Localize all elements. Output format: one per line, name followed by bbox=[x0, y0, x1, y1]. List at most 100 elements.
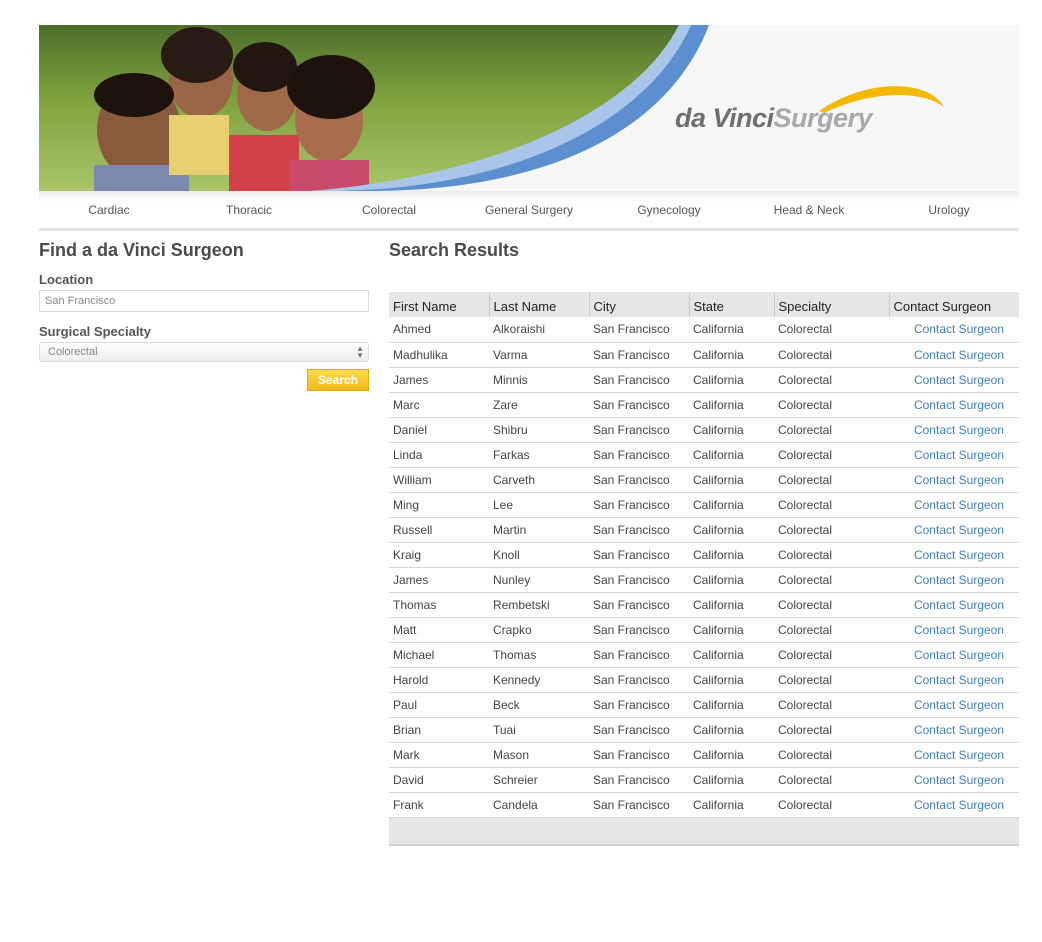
cell-city: San Francisco bbox=[589, 342, 689, 368]
cell-state: California bbox=[689, 542, 774, 568]
cell-state: California bbox=[689, 342, 774, 368]
cell-contact: Contact Surgeon bbox=[889, 667, 1019, 693]
cell-city: San Francisco bbox=[589, 667, 689, 693]
contact-surgeon-link[interactable]: Contact Surgeon bbox=[914, 723, 1004, 737]
cell-first-name: James bbox=[389, 367, 489, 393]
contact-surgeon-link[interactable]: Contact Surgeon bbox=[914, 598, 1004, 612]
cell-first-name: Russell bbox=[389, 517, 489, 543]
nav-colorectal[interactable]: Colorectal bbox=[319, 191, 459, 228]
nav-thoracic[interactable]: Thoracic bbox=[179, 191, 319, 228]
table-row: Michael Thomas San Francisco California Colo… bbox=[389, 642, 1019, 668]
table-header-row: First Name Last Name City State Specialt… bbox=[389, 292, 1019, 317]
table-row: Brian Tuai San Francisco California Colorect… bbox=[389, 717, 1019, 743]
nav-head-neck[interactable]: Head & Neck bbox=[739, 191, 879, 228]
cell-contact: Contact Surgeon bbox=[889, 442, 1019, 468]
cell-city: San Francisco bbox=[589, 442, 689, 468]
cell-city: San Francisco bbox=[589, 317, 689, 343]
contact-surgeon-link[interactable]: Contact Surgeon bbox=[914, 673, 1004, 687]
contact-surgeon-link[interactable]: Contact Surgeon bbox=[914, 448, 1004, 462]
cell-specialty: Colorectal bbox=[774, 517, 889, 543]
table-row: James Nunley San Francisco California Colore… bbox=[389, 567, 1019, 593]
contact-surgeon-link[interactable]: Contact Surgeon bbox=[914, 473, 1004, 487]
header-contact-surgeon: Contact Surgeon bbox=[888, 292, 1019, 317]
contact-surgeon-link[interactable]: Contact Surgeon bbox=[914, 798, 1004, 812]
contact-surgeon-link[interactable]: Contact Surgeon bbox=[914, 322, 1004, 336]
contact-surgeon-link[interactable]: Contact Surgeon bbox=[914, 648, 1004, 662]
cell-last-name: Crapko bbox=[489, 617, 589, 643]
contact-surgeon-link[interactable]: Contact Surgeon bbox=[914, 523, 1004, 537]
cell-contact: Contact Surgeon bbox=[889, 492, 1019, 518]
cell-last-name: Kennedy bbox=[489, 667, 589, 693]
cell-first-name: Paul bbox=[389, 692, 489, 718]
cell-city: San Francisco bbox=[589, 467, 689, 493]
search-form-title: Find a da Vinci Surgeon bbox=[39, 240, 244, 260]
cell-specialty: Colorectal bbox=[774, 767, 889, 793]
location-input[interactable]: San Francisco bbox=[39, 290, 369, 312]
contact-surgeon-link[interactable]: Contact Surgeon bbox=[914, 498, 1004, 512]
contact-surgeon-link[interactable]: Contact Surgeon bbox=[914, 698, 1004, 712]
cell-contact: Contact Surgeon bbox=[889, 717, 1019, 743]
hero-banner: da VinciSurgery bbox=[39, 25, 1019, 191]
contact-surgeon-link[interactable]: Contact Surgeon bbox=[914, 373, 1004, 387]
nav-cardiac[interactable]: Cardiac bbox=[39, 191, 179, 228]
cell-city: San Francisco bbox=[589, 617, 689, 643]
cell-state: California bbox=[689, 492, 774, 518]
cell-state: California bbox=[689, 567, 774, 593]
contact-surgeon-link[interactable]: Contact Surgeon bbox=[914, 548, 1004, 562]
search-button[interactable]: Search bbox=[307, 369, 369, 391]
nav-urology[interactable]: Urology bbox=[879, 191, 1019, 228]
nav-general-surgery[interactable]: General Surgery bbox=[459, 191, 599, 228]
cell-specialty: Colorectal bbox=[774, 417, 889, 443]
table-row: David Schreier San Francisco California Colo… bbox=[389, 767, 1019, 793]
logo-text-surgery: Surgery bbox=[773, 103, 873, 133]
contact-surgeon-link[interactable]: Contact Surgeon bbox=[914, 398, 1004, 412]
table-row: Paul Beck San Francisco California Colorecta… bbox=[389, 692, 1019, 718]
nav-gynecology[interactable]: Gynecology bbox=[599, 191, 739, 228]
contact-surgeon-link[interactable]: Contact Surgeon bbox=[914, 748, 1004, 762]
cell-state: California bbox=[689, 592, 774, 618]
cell-specialty: Colorectal bbox=[774, 792, 889, 818]
cell-last-name: Zare bbox=[489, 392, 589, 418]
cell-contact: Contact Surgeon bbox=[889, 642, 1019, 668]
cell-first-name: Kraig bbox=[389, 542, 489, 568]
cell-state: California bbox=[689, 767, 774, 793]
cell-specialty: Colorectal bbox=[774, 692, 889, 718]
cell-first-name: David bbox=[389, 767, 489, 793]
cell-state: California bbox=[689, 317, 774, 343]
cell-city: San Francisco bbox=[589, 367, 689, 393]
table-row: Frank Candela San Francisco California Color… bbox=[389, 792, 1019, 818]
contact-surgeon-link[interactable]: Contact Surgeon bbox=[914, 623, 1004, 637]
header-city: City bbox=[588, 292, 689, 317]
cell-state: California bbox=[689, 417, 774, 443]
cell-city: San Francisco bbox=[589, 567, 689, 593]
table-row: Daniel Shibru San Francisco California Color… bbox=[389, 417, 1019, 443]
cell-last-name: Minnis bbox=[489, 367, 589, 393]
cell-last-name: Mason bbox=[489, 742, 589, 768]
results-title: Search Results bbox=[389, 240, 520, 260]
cell-contact: Contact Surgeon bbox=[889, 742, 1019, 768]
cell-first-name: Frank bbox=[389, 792, 489, 818]
cell-last-name: Shibru bbox=[489, 417, 589, 443]
cell-last-name: Candela bbox=[489, 792, 589, 818]
cell-first-name: Ahmed bbox=[389, 317, 489, 343]
specialty-select[interactable]: Colorectal ▲ ▼ bbox=[39, 342, 369, 362]
cell-specialty: Colorectal bbox=[774, 492, 889, 518]
cell-last-name: Farkas bbox=[489, 442, 589, 468]
contact-surgeon-link[interactable]: Contact Surgeon bbox=[914, 423, 1004, 437]
cell-city: San Francisco bbox=[589, 417, 689, 443]
header-first-name: First Name bbox=[389, 292, 489, 317]
cell-state: California bbox=[689, 442, 774, 468]
cell-city: San Francisco bbox=[589, 642, 689, 668]
table-row: Harold Kennedy San Francisco California Colo… bbox=[389, 667, 1019, 693]
cell-last-name: Lee bbox=[489, 492, 589, 518]
cell-contact: Contact Surgeon bbox=[889, 592, 1019, 618]
contact-surgeon-link[interactable]: Contact Surgeon bbox=[914, 773, 1004, 787]
table-row: Russell Martin San Francisco California Colo… bbox=[389, 517, 1019, 543]
contact-surgeon-link[interactable]: Contact Surgeon bbox=[914, 348, 1004, 362]
cell-first-name: Thomas bbox=[389, 592, 489, 618]
cell-state: California bbox=[689, 692, 774, 718]
cell-first-name: Mark bbox=[389, 742, 489, 768]
contact-surgeon-link[interactable]: Contact Surgeon bbox=[914, 573, 1004, 587]
cell-first-name: Matt bbox=[389, 617, 489, 643]
cell-contact: Contact Surgeon bbox=[889, 767, 1019, 793]
